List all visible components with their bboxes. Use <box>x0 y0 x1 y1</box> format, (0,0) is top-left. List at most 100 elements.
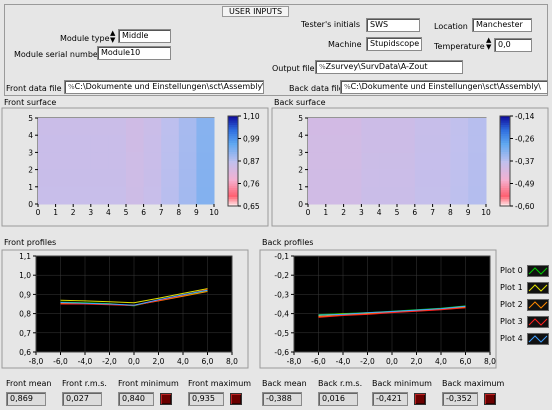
y-tick-label: 2 <box>298 166 303 175</box>
y-tick-label: 3 <box>28 148 33 157</box>
heatmap-cell <box>414 186 434 205</box>
y-tick-label: -0,2 <box>274 271 289 280</box>
heatmap-cell <box>161 135 180 153</box>
legend-item-label: Plot 0 <box>500 266 523 275</box>
front-data-file-value: C:\Dokumente und Einstellungen\sct\Assem… <box>74 82 264 91</box>
heatmap-cell <box>397 118 416 136</box>
heatmap-cell <box>343 118 362 136</box>
x-tick-label: 3 <box>359 208 364 217</box>
x-tick-label: 10 <box>209 208 219 217</box>
front-maximum-value: 0,935 <box>188 392 224 406</box>
temperature-field[interactable]: 0,0 <box>494 38 532 52</box>
temperature-stepper-icon[interactable]: ▲ ▼ <box>486 37 494 51</box>
tester-initials-field[interactable]: SWS <box>366 18 420 32</box>
heatmap-cell <box>55 152 74 171</box>
y-tick-label: 2 <box>28 166 33 175</box>
y-tick-label: -0,6 <box>274 348 289 357</box>
x-tick-label: -8,0 <box>29 357 44 366</box>
heatmap-cell <box>379 135 398 153</box>
legend-item-label: Plot 1 <box>500 283 523 292</box>
module-type-select[interactable]: Middle <box>118 29 171 43</box>
heatmap-cell <box>126 186 145 205</box>
legend-line-icon <box>528 317 548 326</box>
heatmap-cell <box>143 118 162 136</box>
x-tick-label: 0,0 <box>386 357 398 366</box>
x-tick-label: 5 <box>395 208 400 217</box>
heatmap-cell <box>379 152 398 171</box>
back-maximum-value: -0,352 <box>442 392 478 406</box>
heatmap-cell <box>325 186 345 205</box>
heatmap-cell <box>379 186 398 205</box>
front-minimum-led <box>160 393 172 405</box>
x-tick-label: 4,0 <box>435 357 447 366</box>
heatmap-cell <box>414 169 434 188</box>
x-tick-label: 6,0 <box>460 357 472 366</box>
heatmap-cell <box>308 135 327 153</box>
heatmap-cell <box>361 186 380 205</box>
output-file-field[interactable]: %Zsurvey\SurvData\A-Zout <box>315 60 463 74</box>
heatmap-cell <box>73 135 92 153</box>
heatmap-cell <box>38 135 57 153</box>
heatmap-cell <box>90 118 109 136</box>
heatmap-cell <box>196 118 215 136</box>
heatmap-cell <box>126 169 145 188</box>
x-tick-label: 9 <box>194 208 199 217</box>
heatmap-cell <box>108 169 127 188</box>
heatmap-cell <box>468 135 487 153</box>
module-serial-field[interactable]: Module10 <box>97 46 171 60</box>
heatmap-cell <box>308 118 327 136</box>
x-tick-label: 3 <box>88 208 93 217</box>
x-tick-label: -6,0 <box>53 357 68 366</box>
legend-item: Plot 4 <box>500 330 552 347</box>
heatmap-cell <box>143 135 162 153</box>
y-tick-label: -0,4 <box>274 310 289 319</box>
heatmap-cell <box>361 118 380 136</box>
heatmap-cell <box>178 118 197 136</box>
x-tick-label: 8 <box>448 208 453 217</box>
heatmap-cell <box>161 186 180 205</box>
heatmap-cell <box>126 118 145 136</box>
x-tick-label: 4,0 <box>177 357 189 366</box>
legend-swatch <box>527 332 549 345</box>
heatmap-cell <box>308 169 327 188</box>
heatmap-cell <box>108 135 127 153</box>
tester-initials-label: Tester's initials <box>301 20 361 29</box>
heatmap-cell <box>55 186 74 205</box>
x-tick-label: 2 <box>71 208 76 217</box>
legend-swatch <box>527 264 549 277</box>
y-tick-label: 1,0 <box>19 271 31 280</box>
heatmap-cell <box>361 135 380 153</box>
colorscale-tick-label: 0,65 <box>243 202 260 211</box>
back-data-file-value: C:\Dokumente und Einstellungen\sct\Assem… <box>350 82 541 91</box>
front-minimum-label: Front minimum <box>118 379 179 388</box>
front-profiles-title: Front profiles <box>4 238 57 247</box>
heatmap-cell <box>343 152 362 171</box>
colorscale-tick-label: -0,14 <box>515 112 535 121</box>
x-tick-label: -4,0 <box>336 357 351 366</box>
y-tick-label: 1,1 <box>19 252 31 261</box>
heatmap-cell <box>468 186 487 205</box>
colorscale-tick-label: 1,10 <box>243 112 260 121</box>
back-mean-value: -0,388 <box>262 392 302 406</box>
temperature-label: Temperature <box>434 42 485 51</box>
front-minimum-value: 0,840 <box>118 392 154 406</box>
location-field[interactable]: Manchester <box>472 18 532 32</box>
x-tick-label: 2 <box>341 208 346 217</box>
machine-label: Machine <box>328 40 362 49</box>
colorscale-tick-label: 0,87 <box>243 157 260 166</box>
heatmap-cell <box>196 135 215 153</box>
x-tick-label: 1 <box>323 208 328 217</box>
heatmap-cell <box>178 135 197 153</box>
x-tick-label: 6,0 <box>202 357 214 366</box>
heatmap-cell <box>325 169 345 188</box>
heatmap-cell <box>343 186 362 205</box>
legend-item: Plot 1 <box>500 279 552 296</box>
front-data-file-field[interactable]: %C:\Dokumente und Einstellungen\sct\Asse… <box>64 80 264 94</box>
machine-field[interactable]: Stupidscope <box>366 37 422 51</box>
front-profiles-chart: -8,0 -6,0 -4,0 -2,0 0,0 2,0 4,0 6,0 8,0 1,1 1,0 0,9… <box>1 249 249 369</box>
module-type-stepper-icon[interactable]: ▲ ▼ <box>110 30 118 44</box>
back-data-file-field[interactable]: %C:\Dokumente und Einstellungen\sct\Asse… <box>340 80 548 94</box>
heatmap-cell <box>73 152 92 171</box>
legend-item-label: Plot 4 <box>500 334 523 343</box>
heatmap-cell <box>143 186 162 205</box>
